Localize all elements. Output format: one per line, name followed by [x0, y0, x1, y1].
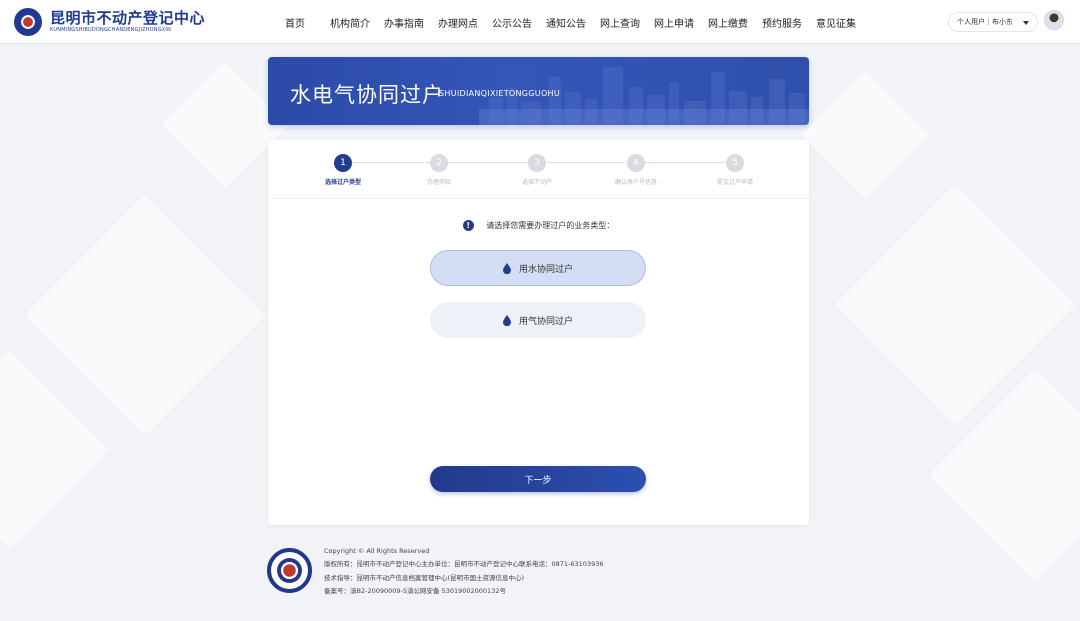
page-subtitle: SHUIDIANQIXIETONGGUOHU [439, 89, 561, 98]
nav-feedback[interactable]: 意见征集 [816, 15, 856, 30]
logo-cn: 昆明市不动产登记中心 [50, 9, 206, 27]
gas-drop-icon [502, 314, 511, 326]
nav-offices[interactable]: 办理网点 [438, 15, 478, 30]
prompt-text: 请选择您需要办理过户的业务类型： [486, 221, 615, 230]
user-menu-label: 个人用户｜布小东 [957, 18, 1013, 26]
step-number: 3 [528, 154, 546, 172]
step-4: 4 确认原户号信息 [596, 154, 676, 186]
step-2: 2 办理须知 [399, 154, 479, 186]
option-label: 用气协同过户 [518, 316, 573, 327]
footer-emblem-icon [267, 548, 312, 593]
step-number: 1 [334, 154, 352, 172]
step-label: 提交过户申请 [716, 179, 753, 186]
step-number: 5 [726, 154, 744, 172]
nav-about[interactable]: 机构简介 [330, 15, 370, 30]
emblem-icon [14, 8, 42, 36]
footer-info: Copyright © All Rights Reserved 版权所有：昆明市… [324, 545, 603, 598]
water-drop-icon [502, 262, 511, 274]
step-1: 1 选择过户类型 [303, 154, 383, 186]
logo-text: 昆明市不动产登记中心 KUNMINGSHIBUDONGCHANDENGJIZHO… [50, 10, 205, 34]
step-3: 3 选择不动产 [497, 154, 577, 186]
nav-online-apply[interactable]: 网上申请 [654, 15, 694, 30]
nav-guide[interactable]: 办事指南 [384, 15, 424, 30]
step-number: 4 [627, 154, 645, 172]
step-label: 办理须知 [426, 179, 451, 186]
nav-announcement[interactable]: 通知公告 [546, 15, 586, 30]
user-menu-select[interactable]: 个人用户｜布小东 [948, 12, 1038, 32]
option-water-transfer[interactable]: 用水协同过户 [430, 250, 646, 286]
footer-copyright: Copyright © All Rights Reserved [324, 547, 430, 555]
main-card: 1 选择过户类型 2 办理须知 3 选择不动产 4 确认原户号信息 5 提交过户… [268, 140, 809, 525]
page-title: 水电气协同过户 [290, 83, 444, 107]
option-gas-transfer[interactable]: 用气协同过户 [430, 302, 646, 338]
footer-owner: 版权所有：昆明市不动产登记中心主办单位：昆明市不动产登记中心联系电话：0871-… [324, 560, 604, 569]
footer-tech-support: 技术指导：昆明市不动产信息档案管理中心(昆明市国土资源信息中心) [324, 573, 525, 582]
info-icon: ! [462, 220, 474, 231]
selection-prompt: ! 请选择您需要办理过户的业务类型： [268, 220, 809, 231]
nav-online-query[interactable]: 网上查询 [600, 15, 640, 30]
site-logo[interactable]: 昆明市不动产登记中心 KUNMINGSHIBUDONGCHANDENGJIZHO… [14, 8, 205, 36]
step-label: 选择过户类型 [324, 179, 361, 186]
step-label: 选择不动产 [521, 179, 552, 186]
step-label: 确认原户号信息 [614, 179, 657, 186]
footer-icp: 备案号：滇B2-20090009-5滇公网安备 53019002000132号 [324, 586, 506, 595]
step-number: 2 [430, 154, 448, 172]
next-step-button[interactable]: 下一步 [430, 466, 646, 492]
logo-en: KUNMINGSHIBUDONGCHANDENGJIZHONGXIN [50, 27, 172, 33]
step-5: 5 提交过户申请 [695, 154, 775, 186]
nav-reservation[interactable]: 预约服务 [762, 15, 802, 30]
nav-public-notice[interactable]: 公示公告 [492, 15, 532, 30]
page-banner: 水电气协同过户 SHUIDIANQIXIETONGGUOHU [268, 57, 809, 125]
nav-online-pay[interactable]: 网上缴费 [708, 15, 748, 30]
nav-home[interactable]: 首页 [285, 15, 305, 30]
avatar[interactable] [1044, 10, 1064, 30]
option-label: 用水协同过户 [518, 264, 573, 275]
divider [268, 198, 809, 199]
top-header: 昆明市不动产登记中心 KUNMINGSHIBUDONGCHANDENGJIZHO… [0, 0, 1080, 44]
chevron-down-icon [1023, 21, 1029, 25]
